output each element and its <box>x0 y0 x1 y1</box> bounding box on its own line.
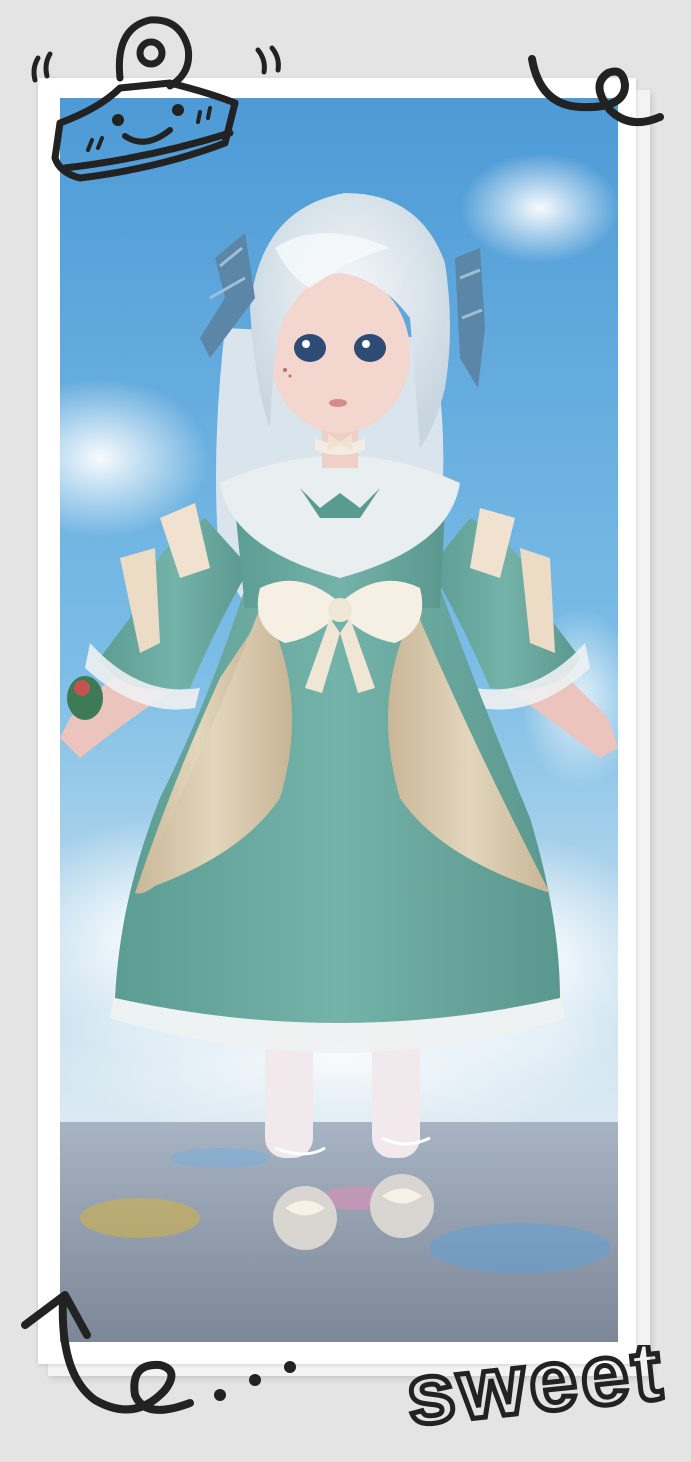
binder-clip-doodle <box>31 16 281 182</box>
arrow-doodle <box>21 1291 296 1414</box>
caption-text: sweet <box>405 1345 670 1444</box>
sweet-caption: sweet <box>405 1345 691 1455</box>
curl-doodle <box>528 55 664 127</box>
character-photo <box>60 98 618 1342</box>
